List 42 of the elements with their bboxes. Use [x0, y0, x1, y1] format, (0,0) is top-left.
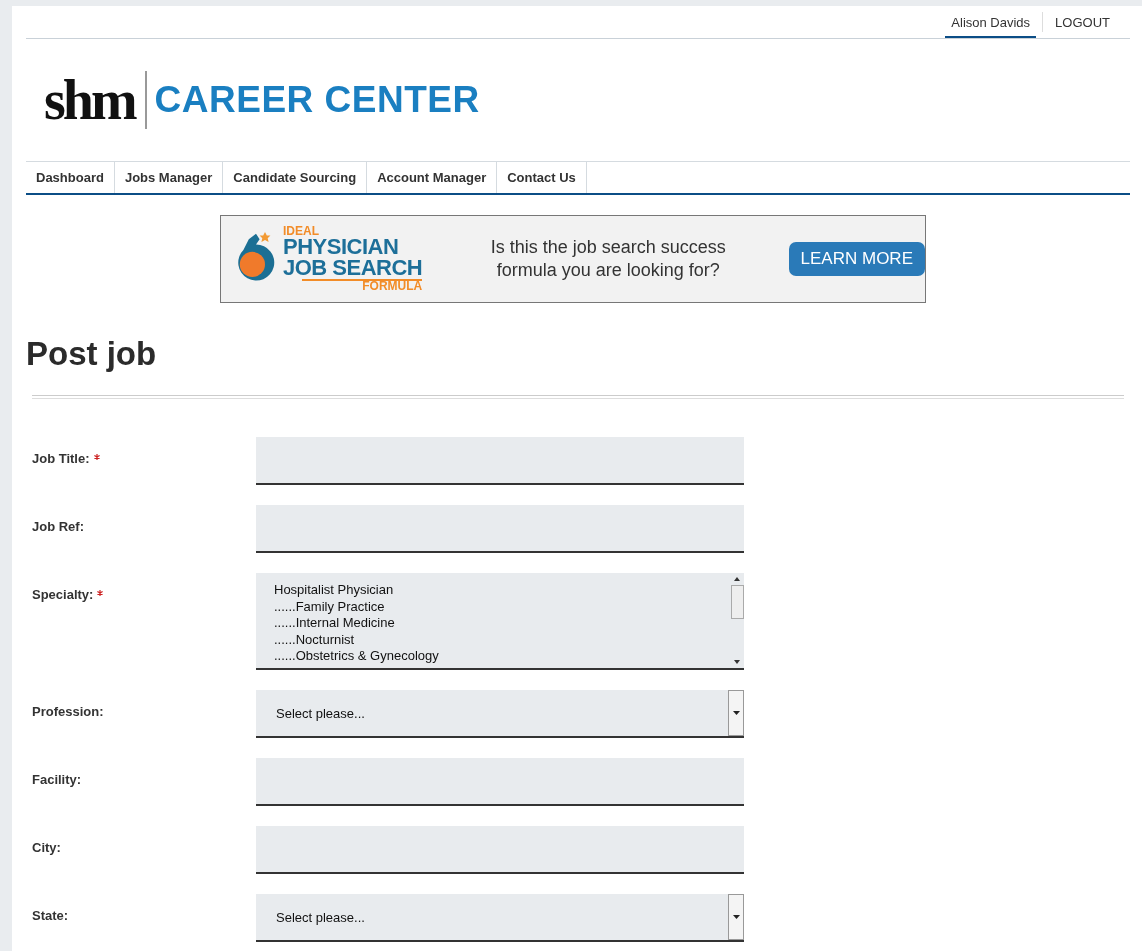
- list-option[interactable]: Hospitalist Physician: [274, 582, 730, 599]
- ad-banner[interactable]: IDEAL PHYSICIAN JOB SEARCH FORMULA Is this the job search success formula you are looking for? LEARN MORE: [220, 215, 926, 303]
- required-icon: [97, 590, 104, 596]
- list-option[interactable]: ......Family Practice: [274, 598, 730, 615]
- input-field[interactable]: [256, 437, 744, 485]
- field-label: State:: [32, 908, 69, 923]
- list-option[interactable]: ......Internal Medicine: [274, 615, 730, 632]
- field-label: Specialty:: [32, 587, 94, 602]
- banner-logo-text: FORMULA: [302, 278, 423, 293]
- scroll-down-icon[interactable]: [734, 660, 740, 664]
- nav-tab[interactable]: Dashboard: [26, 162, 115, 193]
- logo-title: CAREER CENTER: [154, 79, 480, 121]
- user-menu-link[interactable]: LOGOUT: [1049, 7, 1116, 38]
- page-heading: Post job: [26, 335, 158, 374]
- nav-tab[interactable]: Contact Us: [497, 162, 587, 193]
- learn-more-button[interactable]: LEARN MORE: [788, 242, 925, 276]
- field-label: Facility:: [32, 772, 82, 787]
- banner-logo-text: JOB SEARCH: [283, 258, 423, 279]
- field-label: City:: [32, 840, 61, 855]
- nav-tab[interactable]: Account Manager: [367, 162, 498, 193]
- required-icon: [93, 454, 100, 460]
- select-field[interactable]: Select please...: [256, 894, 744, 942]
- list-box[interactable]: Hospitalist Physician ......Family Practice ......Internal Medicine ......Nocturnist ......Obstetrics & Gynecology: [256, 573, 744, 670]
- input-field[interactable]: [256, 826, 744, 874]
- nav-tab[interactable]: Jobs Manager: [114, 162, 224, 193]
- field-label: Job Title:: [32, 451, 90, 466]
- scroll-up-icon[interactable]: [734, 577, 740, 581]
- field-label: Job Ref:: [32, 519, 84, 534]
- select-field[interactable]: Select please...: [256, 690, 744, 738]
- caret-icon: [732, 711, 740, 715]
- banner-logo-text: IDEAL: [283, 225, 320, 238]
- list-option[interactable]: ......Obstetrics & Gynecology: [274, 648, 730, 665]
- list-option[interactable]: ......Nocturnist: [274, 631, 730, 648]
- banner-logo-text: PHYSICIAN: [283, 237, 400, 258]
- user-menu-link[interactable]: Alison Davids: [945, 7, 1037, 38]
- logo-mark: shm: [44, 68, 135, 132]
- input-field[interactable]: [256, 505, 744, 553]
- nav-tab[interactable]: Candidate Sourcing: [223, 162, 368, 193]
- banner-message: Is this the job search success formula you are looking for?: [489, 235, 727, 282]
- caret-icon: [732, 915, 740, 919]
- field-label: Profession:: [32, 704, 104, 719]
- input-field[interactable]: [256, 758, 744, 806]
